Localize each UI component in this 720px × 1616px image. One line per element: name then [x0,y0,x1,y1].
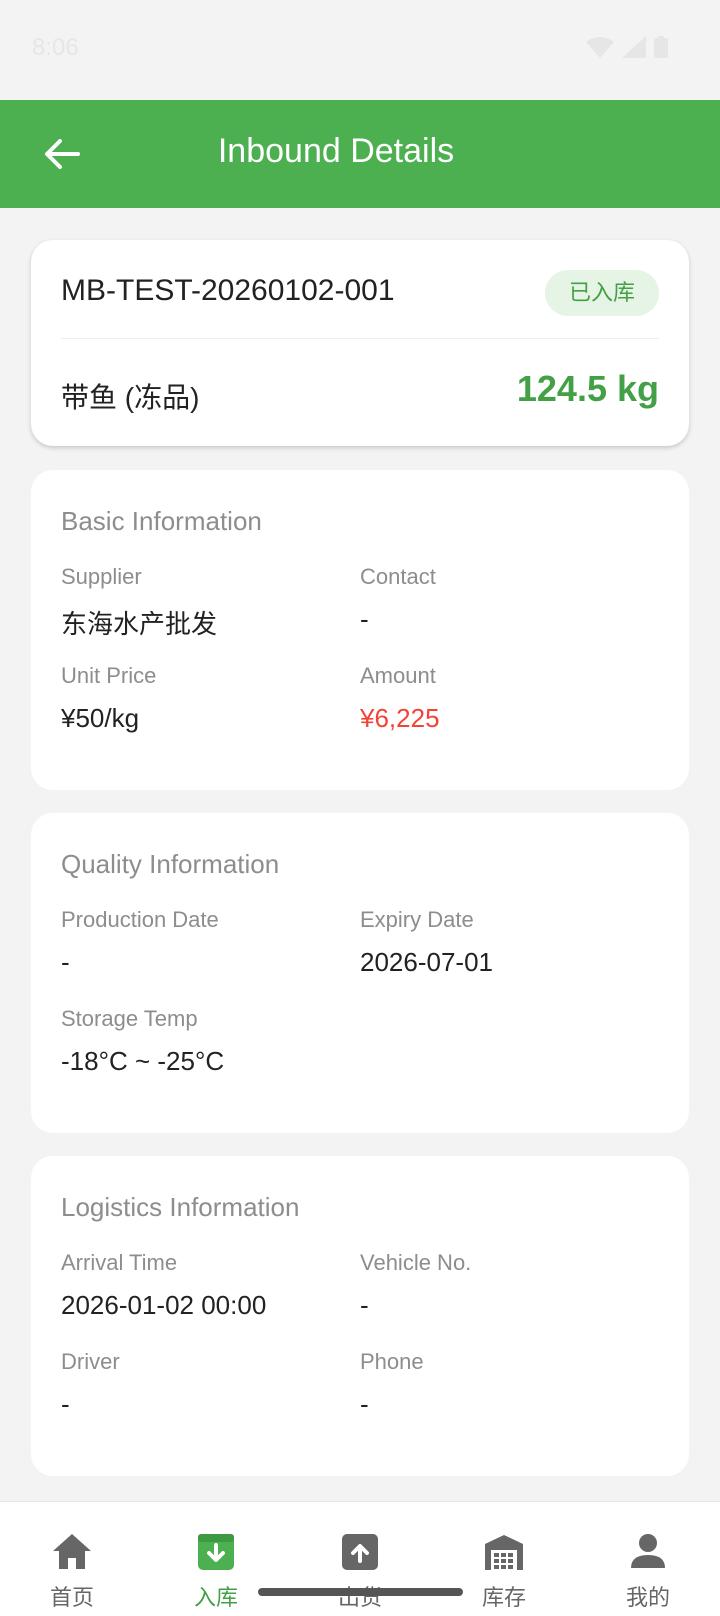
status-bar: 8:06 [0,0,720,100]
field-label: Unit Price [61,663,157,688]
field-unit-price: Unit Price ¥50/kg [61,663,341,734]
field-label: Driver [61,1349,120,1374]
logistics-info-card: Logistics Information Arrival Time 2026-… [31,1156,689,1476]
field-label: Vehicle No. [360,1250,472,1275]
nav-label: 入库 [193,1585,238,1610]
field-label: Phone [360,1349,424,1374]
nav-item-inbound[interactable]: 入库 [161,1530,271,1612]
field-label: Supplier [61,564,142,589]
nav-item-profile[interactable]: 我的 [593,1530,703,1612]
nav-item-outbound[interactable]: 出货 [305,1530,415,1612]
field-label: Amount [360,663,436,688]
home-indicator[interactable] [258,1588,463,1596]
section-title: Quality Information [61,849,280,879]
field-phone: Phone - [360,1349,640,1420]
amount-value: ¥6,225 [360,703,440,733]
quality-info-card: Quality Information Production Date - Ex… [31,813,689,1133]
weight-value: 124.5 kg [516,368,659,409]
nav-item-home[interactable]: 首页 [17,1530,127,1612]
field-contact: Contact - [360,564,640,635]
basic-info-card: Basic Information Supplier 东海水产批发 Contac… [31,470,689,790]
field-value: - [61,947,70,977]
divider [61,338,659,339]
field-value: ¥50/kg [61,703,140,733]
field-value: - [61,1389,70,1419]
section-title: Logistics Information [61,1192,300,1222]
field-label: Arrival Time [61,1250,178,1275]
field-amount: Amount ¥6,225 [360,663,640,734]
home-icon [53,1534,91,1569]
nav-label: 首页 [49,1585,94,1610]
field-value: 东海水产批发 [61,609,218,639]
wifi-icon [586,37,614,58]
nav-label: 库存 [481,1585,526,1610]
field-expiry-date: Expiry Date 2026-07-01 [360,907,640,978]
field-label: Storage Temp [61,1006,198,1031]
field-value: - [360,1389,369,1419]
field-label: Expiry Date [360,907,474,932]
status-time: 8:06 [32,34,79,61]
field-value: 2026-07-01 [360,947,493,977]
field-value: 2026-01-02 00:00 [61,1290,267,1320]
field-label: Production Date [61,907,219,932]
nav-label: 我的 [625,1585,670,1610]
order-number: MB-TEST-20260102-001 [61,274,395,307]
nav-item-inventory[interactable]: 库存 [449,1530,559,1612]
battery-icon [654,36,668,58]
inbound-icon [198,1534,234,1570]
section-title: Basic Information [61,506,262,536]
person-icon [631,1534,665,1568]
field-vehicle-no: Vehicle No. - [360,1250,640,1321]
field-label: Contact [360,564,436,589]
status-icons [586,36,668,58]
field-value: -18°C ~ -25°C [61,1046,225,1076]
status-badge: 已入库 [544,270,659,316]
field-arrival-time: Arrival Time 2026-01-02 00:00 [61,1250,341,1321]
field-value: - [360,604,369,634]
signal-icon [622,36,646,58]
field-driver: Driver - [61,1349,341,1420]
field-storage-temp: Storage Temp -18°C ~ -25°C [61,1006,341,1077]
warehouse-icon [485,1535,523,1570]
summary-card: MB-TEST-20260102-001 已入库 带鱼 (冻品) 124.5 k… [31,240,689,446]
page-title: Inbound Details [217,132,455,170]
bottom-nav: 首页 入库 出货 库存 我的 [0,1501,720,1616]
app-bar: Inbound Details [0,100,720,208]
field-supplier: Supplier 东海水产批发 [61,564,341,641]
product-name: 带鱼 (冻品) [61,382,200,413]
field-value: - [360,1290,369,1320]
field-production-date: Production Date - [61,907,341,978]
outbound-icon [342,1534,378,1570]
